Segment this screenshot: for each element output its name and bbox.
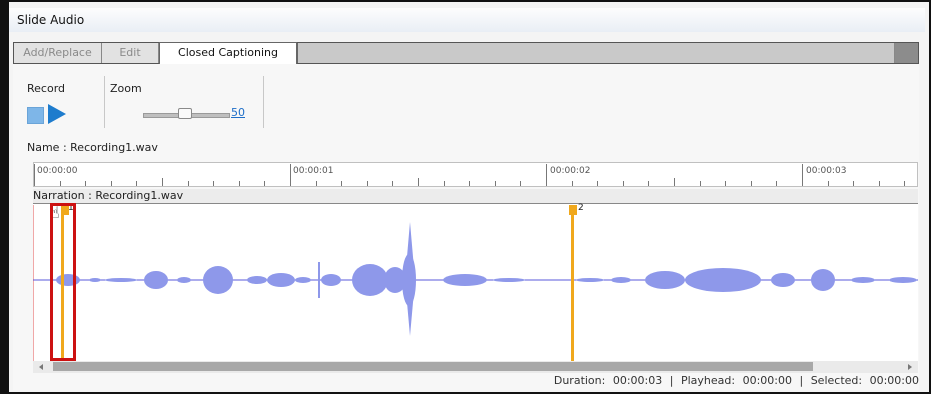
selected-label: Selected: [810,374,863,387]
highlight-box [50,203,76,361]
playhead-value: 00:00:00 [742,374,792,387]
ruler-label: 00:00:01 [293,166,334,176]
scrollbar-thumb[interactable] [53,362,813,371]
status-bar: Duration: 00:00:03 | Playhead: 00:00:00 … [553,374,919,387]
ruler-tick [878,181,880,186]
ruler-tick [238,181,240,186]
ruler-tick [290,164,291,186]
ruler-tick [187,181,189,186]
ruler-label: 00:00:03 [806,166,847,176]
ruler-tick [443,181,445,186]
toolbar-divider [263,76,264,128]
ruler-tick [648,181,650,186]
stop-icon[interactable] [27,107,44,124]
ruler-tick [597,181,599,186]
scroll-right-icon[interactable] [908,364,912,370]
tab-bar-filler [297,43,895,63]
ruler-tick [418,178,419,186]
ruler-label: 00:00:02 [550,166,591,176]
ruler-tick [110,181,112,186]
waveform-area[interactable] [33,204,918,361]
scroll-left-icon[interactable] [39,364,43,370]
ruler-tick [469,181,471,186]
ruler-tick [827,181,829,186]
ruler-tick [392,181,394,186]
file-name: Name : Recording1.wav [27,141,158,154]
ruler-tick [674,178,675,186]
play-icon[interactable] [48,104,66,124]
cue-flag-icon[interactable] [569,205,577,215]
ruler-tick [366,181,368,186]
duration-label: Duration: [553,374,606,387]
record-label: Record [27,82,66,95]
ruler-tick [853,181,855,186]
ruler-tick [699,181,701,186]
waveform-shape [56,222,917,336]
ruler-tick [264,181,266,186]
zoom-label: Zoom [110,82,142,95]
tab-add-replace[interactable]: Add/Replace [14,43,102,63]
ruler-label: 00:00:00 [37,166,78,176]
timeline-ruler[interactable]: 00:00:00 00:00:01 00:00:02 00:00:03 [33,162,918,187]
ruler-tick [213,181,215,186]
window-title: Slide Audio [9,8,925,32]
ruler-tick [520,181,522,186]
ruler-tick [776,181,778,186]
ruler-tick [750,181,752,186]
ruler-tick [34,164,35,186]
narration-track-header: Narration : Recording1.wav [33,189,918,204]
horizontal-scrollbar[interactable] [33,361,918,373]
ruler-tick [59,181,61,186]
zoom-slider-thumb[interactable] [178,108,192,119]
playhead-label: Playhead: [680,374,736,387]
ruler-tick [802,164,803,186]
tab-bar: Add/Replace Edit Closed Captioning [13,42,919,64]
tab-closed-captioning[interactable]: Closed Captioning [159,42,297,64]
ruler-tick [571,181,573,186]
cue-number-2: 2 [578,203,584,213]
ruler-tick [622,181,624,186]
selected-value: 00:00:00 [869,374,919,387]
ruler-tick [494,181,496,186]
caption-cue-2[interactable] [571,211,574,361]
duration-value: 00:00:03 [612,374,663,387]
tab-edit[interactable]: Edit [102,43,159,63]
ruler-tick [546,164,547,186]
file-name-label: Name : [27,141,67,154]
ruler-tick [904,181,906,186]
ruler-tick [341,181,343,186]
ruler-tick [315,181,317,186]
file-name-value: Recording1.wav [70,141,158,154]
zoom-value[interactable]: 50 [231,106,245,119]
ruler-tick [85,181,87,186]
narration-track-label: Narration : Recording1.wav [33,189,184,202]
waveform [33,205,918,361]
ruler-tick [162,178,163,186]
toolbar-divider [104,76,105,128]
ruler-tick [725,181,727,186]
ruler-tick [136,181,138,186]
